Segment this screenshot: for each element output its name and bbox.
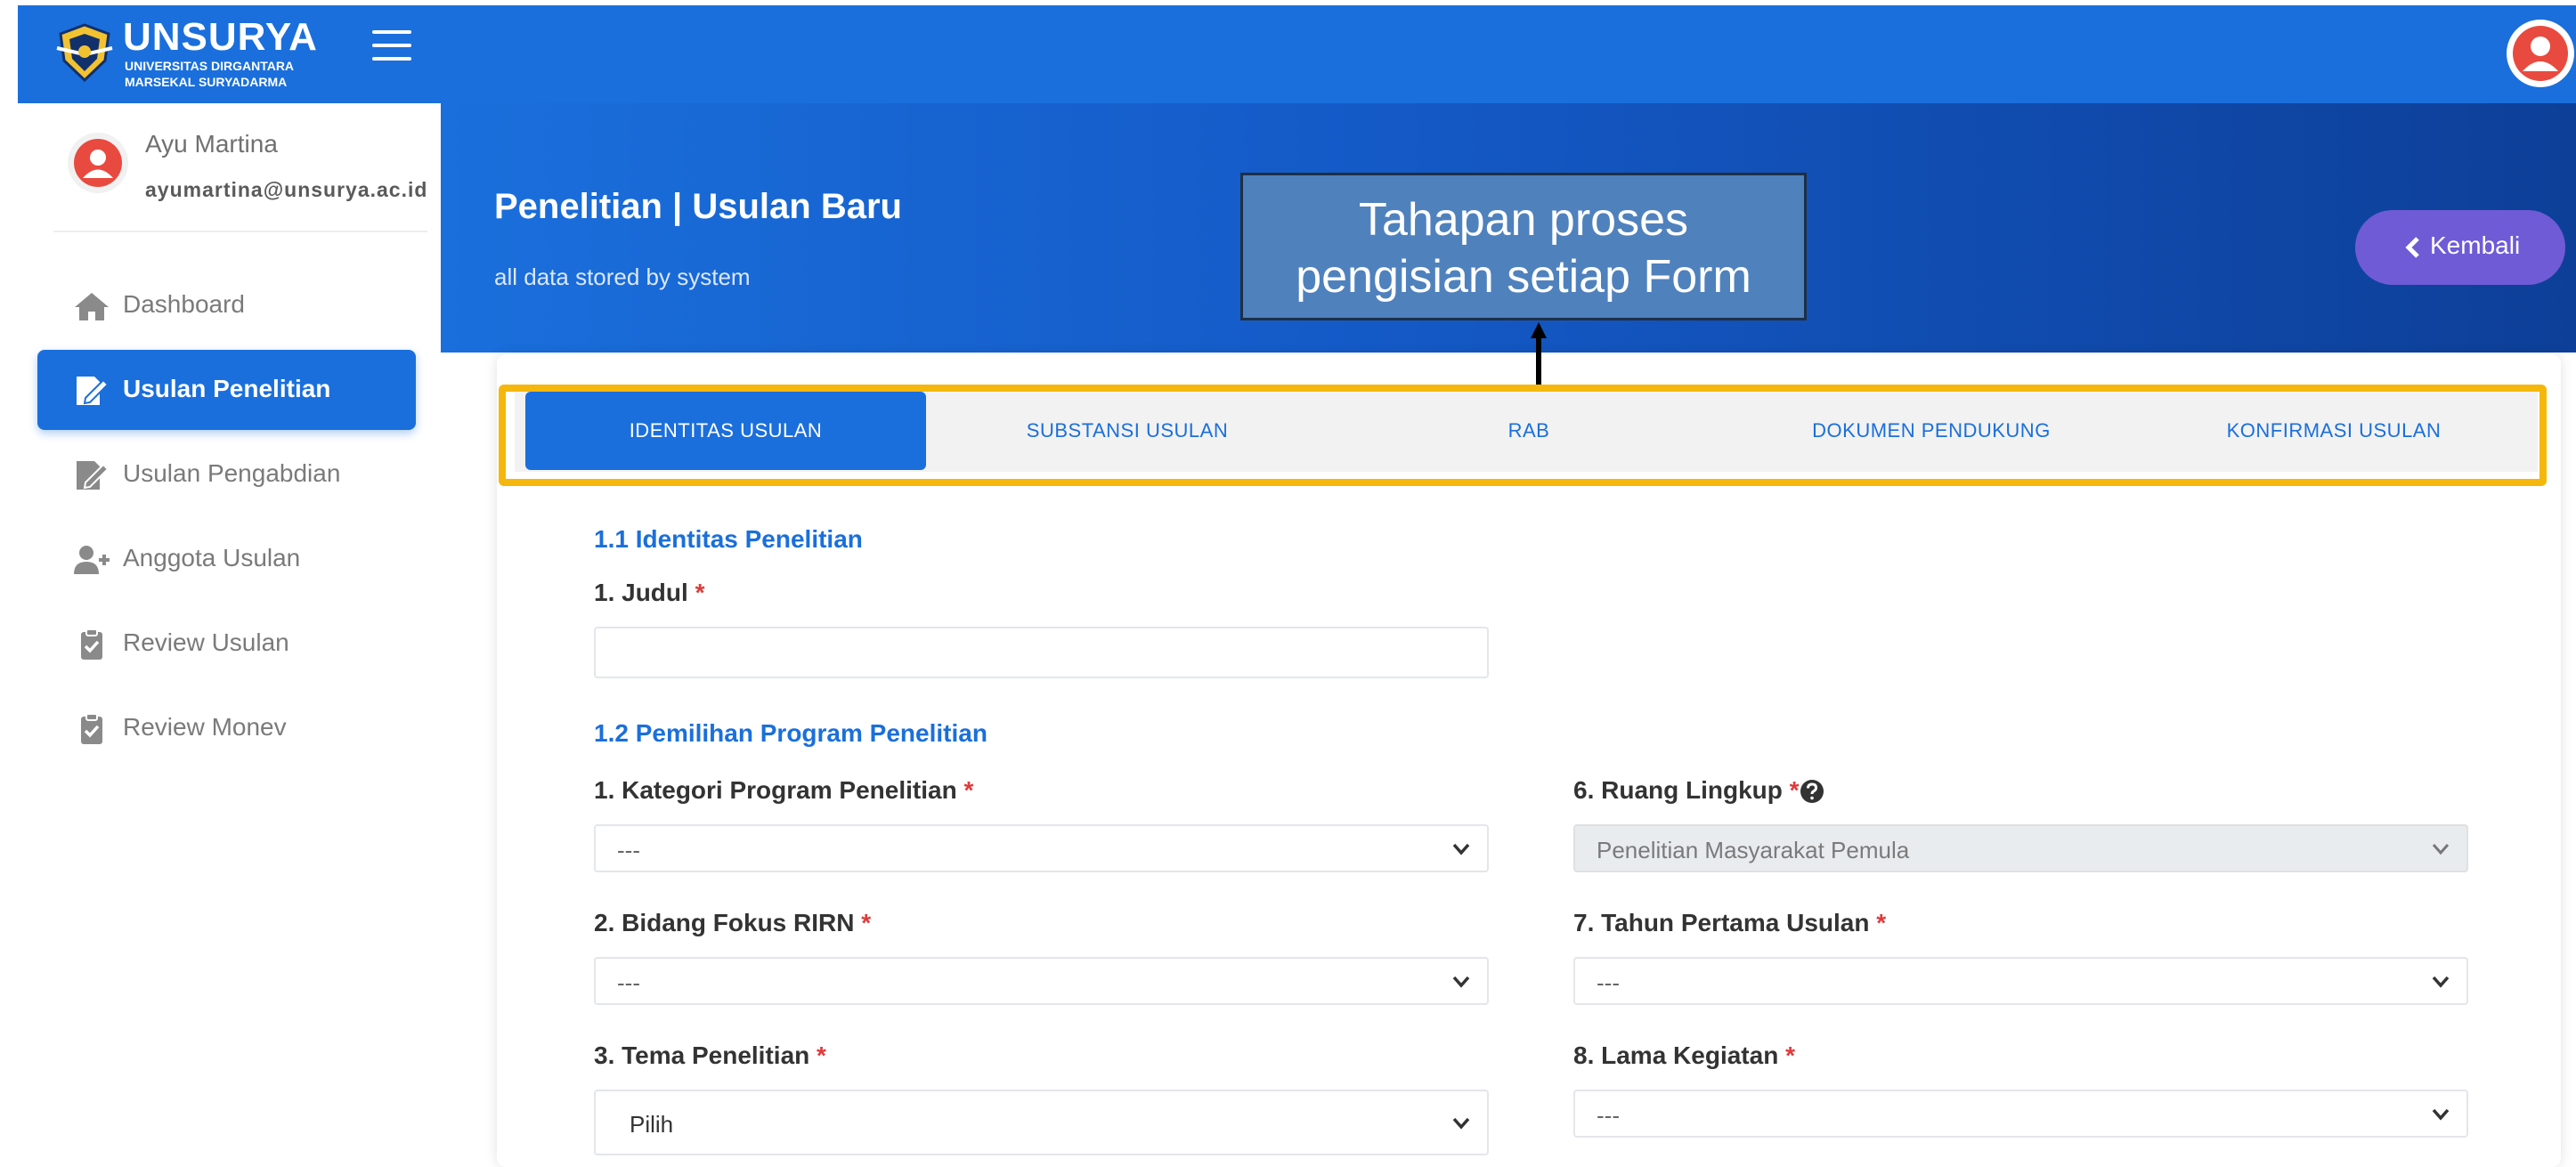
brand-subtitle-line1: UNIVERSITAS DIRGANTARA [125,59,295,73]
select-value: --- [617,837,640,863]
chevron-down-icon [1452,976,1470,988]
tahun-label: 7. Tahun Pertama Usulan * [1573,909,1886,937]
home-icon [75,293,109,320]
edit-document-icon [77,377,110,405]
required-mark: * [1876,909,1887,936]
sidebar-user-panel: Ayu Martina ayumartina@unsurya.ac.id [18,103,441,232]
field-label-text: 6. Ruang Lingkup [1573,776,1783,804]
required-mark: * [963,776,974,804]
user-plus-icon [74,546,110,574]
user-avatar-icon[interactable] [2505,18,2576,89]
field-label-text: 7. Tahun Pertama Usulan [1573,909,1870,936]
clipboard-check-icon [81,628,102,660]
ruang-lingkup-select: Penelitian Masyarakat Pemula [1573,824,2468,872]
judul-input[interactable] [594,627,1489,678]
field-label-text: 8. Lama Kegiatan [1573,1041,1779,1069]
chevron-down-icon [2432,976,2450,988]
chevron-down-icon [2432,844,2450,855]
sidebar-item-anggota-usulan[interactable]: Anggota Usulan [37,519,416,599]
user-avatar-icon [68,133,128,193]
ruang-lingkup-label: 6. Ruang Lingkup * [1573,776,1800,805]
sidebar-item-dashboard[interactable]: Dashboard [37,265,416,345]
field-label-text: 1. Judul [594,579,688,606]
chevron-down-icon [2432,1108,2450,1121]
required-mark: * [1789,776,1800,804]
chevron-down-icon [1452,1117,1470,1130]
annotation-arrow-icon [1531,322,1547,385]
section-title-program: 1.2 Pemilihan Program Penelitian [594,719,987,747]
select-value: Pilih [630,1111,674,1138]
lama-select[interactable]: --- [1573,1090,2468,1138]
sidebar-item-label: Usulan Penelitian [123,375,331,402]
field-label-text: 1. Kategori Program Penelitian [594,776,957,804]
divider [53,231,427,232]
annotation-line-2: pengisian setiap Form [1296,251,1751,303]
sidebar-item-label: Review Usulan [123,628,289,656]
sidebar-item-label: Review Monev [123,713,287,741]
app-root: UNSURYA UNIVERSITAS DIRGANTARA MARSEKAL … [0,0,2576,1167]
sidebar: Ayu Martina ayumartina@unsurya.ac.id Das… [18,103,441,1167]
user-email: ayumartina@unsurya.ac.id [145,178,428,201]
select-value: --- [617,969,640,996]
edit-document-icon [77,461,110,490]
required-mark: * [695,579,705,606]
select-value: Penelitian Masyarakat Pemula [1597,837,1910,863]
required-mark: * [1785,1041,1795,1069]
tahun-select[interactable]: --- [1573,957,2468,1005]
brand-name: UNSURYA [123,15,318,59]
page-subtitle: all data stored by system [494,263,751,290]
sidebar-item-review-monev[interactable]: Review Monev [37,688,416,768]
sidebar-item-review-usulan[interactable]: Review Usulan [37,604,416,684]
section-title-identitas: 1.1 Identitas Penelitian [594,525,863,553]
annotation-callout: Tahapan proses pengisian setiap Form [1240,173,1807,320]
menu-toggle-icon[interactable] [372,30,411,66]
university-emblem-icon [56,23,113,83]
field-label-text: 3. Tema Penelitian [594,1041,810,1069]
user-name: Ayu Martina [145,130,278,158]
select-value: --- [1597,969,1620,996]
page-title: Penelitian | Usulan Baru [494,187,902,226]
sidebar-item-usulan-penelitian[interactable]: Usulan Penelitian [37,350,416,430]
back-button[interactable]: Kembali [2355,210,2565,285]
lama-label: 8. Lama Kegiatan * [1573,1041,1795,1070]
judul-label: 1. Judul * [594,579,704,607]
back-button-label: Kembali [2430,231,2521,259]
kategori-select[interactable]: --- [594,824,1489,872]
select-value: --- [1597,1102,1620,1129]
tema-select[interactable]: Pilih [594,1090,1489,1155]
annotation-line-1: Tahapan proses [1358,194,1689,246]
sidebar-item-usulan-pengabdian[interactable]: Usulan Pengabdian [37,434,416,515]
bidang-label: 2. Bidang Fokus RIRN * [594,909,871,937]
kategori-label: 1. Kategori Program Penelitian * [594,776,973,805]
sidebar-item-label: Anggota Usulan [123,544,301,571]
brand-subtitle-line2: MARSEKAL SURYADARMA [125,75,288,89]
chevron-down-icon [1452,843,1470,855]
sidebar-item-label: Usulan Pengabdian [123,459,341,487]
top-bar [441,5,2576,103]
sidebar-item-label: Dashboard [123,290,245,318]
required-mark: * [817,1041,826,1069]
sidebar-brand: UNSURYA UNIVERSITAS DIRGANTARA MARSEKAL … [18,5,441,103]
unsurya-logo[interactable]: UNSURYA UNIVERSITAS DIRGANTARA MARSEKAL … [53,16,321,96]
tema-label: 3. Tema Penelitian * [594,1041,826,1070]
help-icon[interactable] [1800,779,1824,804]
chevron-left-icon [2405,237,2419,258]
field-label-text: 2. Bidang Fokus RIRN [594,909,855,936]
required-mark: * [861,909,872,936]
clipboard-check-icon [81,713,102,744]
bidang-select[interactable]: --- [594,957,1489,1005]
tabs-highlight-box [499,385,2547,486]
